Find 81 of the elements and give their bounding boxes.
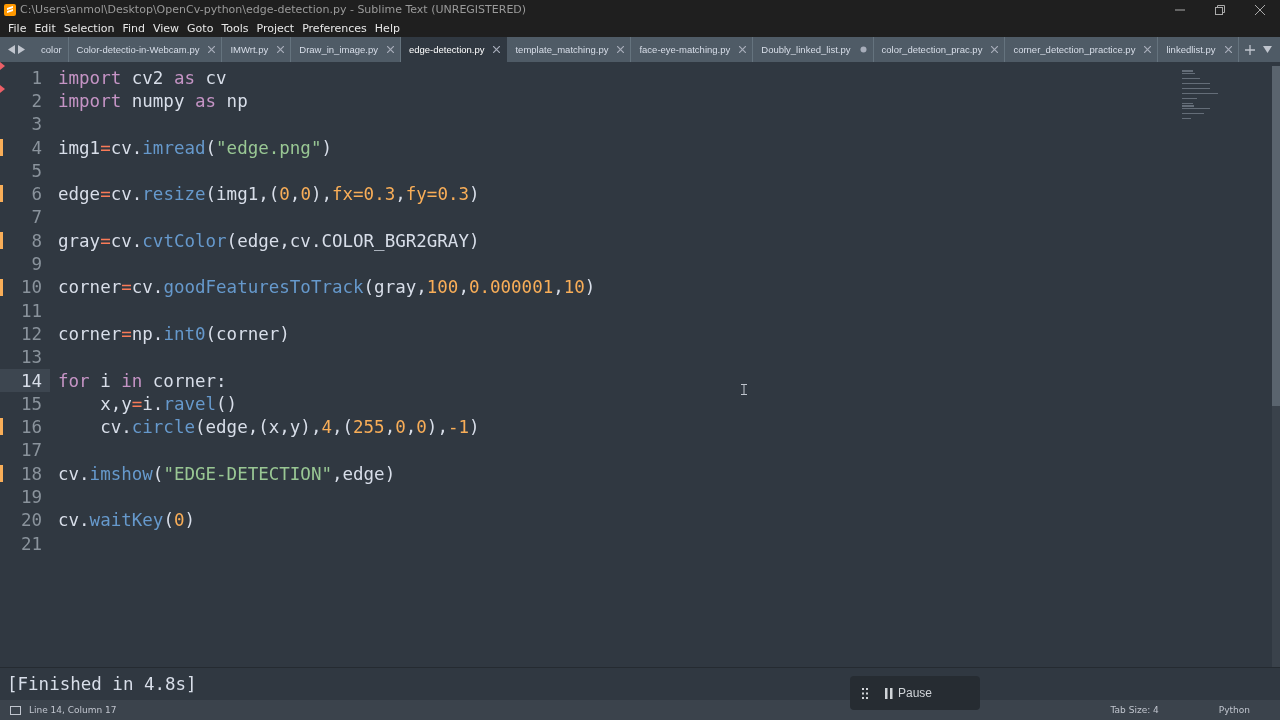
- tab-close-icon[interactable]: [1224, 46, 1232, 53]
- code-line: gray=cv.cvtColor(edge,cv.COLOR_BGR2GRAY): [58, 230, 480, 251]
- editor-tab[interactable]: color_detection_prac.py: [873, 37, 1006, 62]
- tab-right-arrow-icon[interactable]: [18, 45, 25, 54]
- line-number: 16: [20, 417, 42, 438]
- line-number: 19: [20, 487, 42, 507]
- editor-tab[interactable]: template_matching.py: [507, 37, 632, 62]
- tab-size-indicator[interactable]: Tab Size: 4: [1110, 705, 1159, 715]
- cursor-position: Line 14, Column 17: [29, 705, 117, 715]
- menu-item[interactable]: Find: [118, 21, 149, 35]
- code-line: cv.waitKey(0): [58, 510, 195, 531]
- tab-close-icon[interactable]: [493, 46, 501, 53]
- editor-tab[interactable]: face-eye-matching.py: [631, 37, 754, 62]
- pause-button[interactable]: Pause: [885, 686, 933, 700]
- text-cursor-icon: [741, 384, 747, 395]
- drag-handle-icon[interactable]: [862, 687, 869, 699]
- tab-close-icon[interactable]: [991, 46, 999, 53]
- editor-tab[interactable]: IMWrt.py: [222, 37, 292, 62]
- editor-tab[interactable]: color: [33, 37, 69, 62]
- tab-close-icon[interactable]: [386, 46, 394, 53]
- menu-item[interactable]: Tools: [217, 21, 253, 35]
- tab-left-arrow-icon[interactable]: [8, 45, 15, 54]
- code-line: corner=cv.goodFeaturesToTrack(gray,100,0.000001,10): [58, 277, 596, 298]
- build-output: [Finished in 4.8s]: [7, 674, 197, 694]
- code-line: import cv2 as cv: [58, 67, 227, 88]
- code-line: for i in corner:: [58, 370, 227, 391]
- line-number: 5: [31, 160, 42, 181]
- close-icon[interactable]: [1255, 4, 1265, 15]
- menu-item[interactable]: Selection: [59, 21, 119, 35]
- tab-close-icon[interactable]: [617, 46, 625, 53]
- pause-icon: [885, 687, 893, 699]
- panel-toggle-icon[interactable]: [10, 705, 21, 715]
- line-number: 8: [31, 230, 42, 251]
- line-number: 6: [31, 184, 42, 205]
- menu-item[interactable]: View: [149, 21, 184, 35]
- line-number: 2: [31, 90, 42, 111]
- scrollbar[interactable]: [1272, 66, 1280, 667]
- line-number: 15: [20, 393, 42, 414]
- editor-tab[interactable]: linkedlist.py: [1158, 37, 1239, 62]
- tab-close-icon[interactable]: [739, 46, 747, 53]
- menu-item[interactable]: Preferences: [298, 21, 371, 35]
- menu-item[interactable]: Goto: [183, 21, 218, 35]
- line-number: 13: [20, 347, 42, 368]
- syntax-indicator[interactable]: Python: [1218, 705, 1250, 715]
- editor-tab[interactable]: Doubly_linked_list.py: [753, 37, 874, 62]
- line-number: 12: [20, 323, 42, 344]
- menu-item[interactable]: Help: [370, 21, 404, 35]
- tab-close-icon[interactable]: [277, 46, 285, 53]
- line-number: 3: [31, 114, 42, 135]
- line-number: 17: [20, 440, 42, 461]
- line-number: 14: [20, 370, 42, 391]
- code-line: cv.imshow("EDGE-DETECTION",edge): [58, 463, 396, 484]
- line-number: 9: [31, 254, 42, 274]
- code-line: corner=np.int0(corner): [58, 323, 290, 344]
- window-title: C:\Users\anmol\Desktop\OpenCv-python\edge-detection.py - Sublime Text (UNREGISTERED): [20, 3, 528, 16]
- line-number: 18: [20, 463, 42, 484]
- line-number: 10: [20, 277, 42, 298]
- line-number: 1: [31, 67, 42, 88]
- code-line: import numpy as np: [58, 90, 248, 111]
- line-number: 21: [20, 533, 42, 554]
- dropdown-caret-icon[interactable]: [1263, 46, 1272, 53]
- tab-close-icon[interactable]: [208, 46, 216, 53]
- editor-tab[interactable]: edge-detection.py: [400, 37, 508, 62]
- line-number: 11: [20, 300, 42, 321]
- line-number: 20: [20, 510, 42, 531]
- editor-tab[interactable]: corner_detection_practice.py: [1005, 37, 1159, 62]
- editor-tab[interactable]: Color-detectio-in-Webcam.py: [68, 37, 223, 62]
- editor-tab[interactable]: Draw_in_image.py: [291, 37, 401, 62]
- tab-close-icon[interactable]: [1144, 46, 1152, 53]
- code-line: img1=cv.imread("edge.png"): [58, 137, 332, 158]
- menu-item[interactable]: Project: [252, 21, 299, 35]
- code-line: edge=cv.resize(img1,(0,0),fx=0.3,fy=0.3): [58, 184, 480, 205]
- menu-item[interactable]: Edit: [30, 21, 60, 35]
- line-number: 7: [31, 207, 42, 228]
- code-line: cv.circle(edge,(x,y),4,(255,0,0),-1): [99, 417, 480, 438]
- code-line: x,y=i.ravel(): [99, 393, 238, 414]
- restore-icon[interactable]: [1215, 4, 1225, 15]
- menu-item[interactable]: File: [4, 21, 31, 35]
- app-logo-icon: [4, 3, 16, 16]
- line-number: 4: [31, 137, 42, 158]
- new-tab-icon[interactable]: [1245, 44, 1255, 55]
